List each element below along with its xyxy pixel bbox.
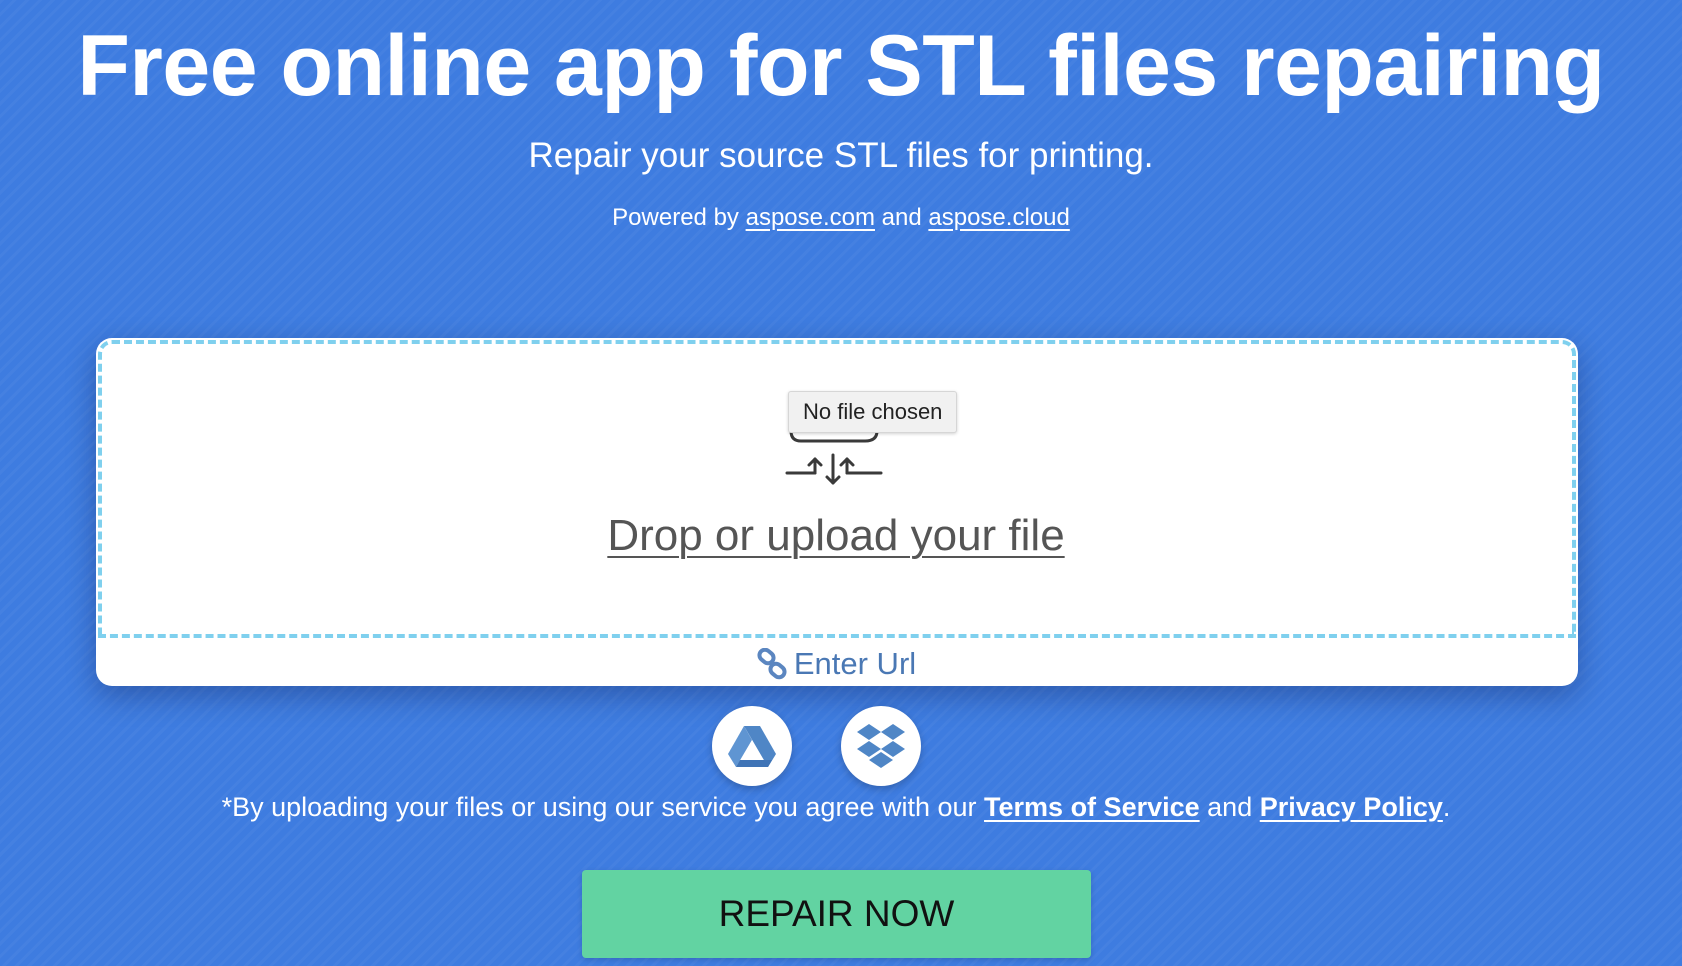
powered-by: Powered by aspose.com and aspose.cloud xyxy=(0,203,1682,233)
terms-prefix: *By uploading your files or using our se… xyxy=(221,792,977,822)
terms-notice: *By uploading your files or using our se… xyxy=(0,789,1672,825)
aspose-com-link[interactable]: aspose.com xyxy=(746,204,875,231)
link-icon xyxy=(757,647,787,680)
google-drive-icon xyxy=(728,726,776,767)
no-file-tooltip: No file chosen xyxy=(788,391,958,433)
powered-by-prefix: Powered by xyxy=(612,204,739,231)
aspose-cloud-link[interactable]: aspose.cloud xyxy=(928,204,1069,231)
terms-of-service-link[interactable]: Terms of Service xyxy=(984,792,1200,822)
page: Free online app for STL files repairing … xyxy=(0,0,1682,966)
page-title: Free online app for STL files repairing xyxy=(77,18,1605,114)
enter-url-button[interactable]: Enter Url xyxy=(0,644,1672,684)
privacy-policy-link[interactable]: Privacy Policy xyxy=(1260,792,1443,822)
google-drive-button[interactable] xyxy=(712,706,792,786)
drop-upload-link[interactable]: Drop or upload your file xyxy=(0,508,1672,564)
dropbox-icon xyxy=(857,724,905,768)
terms-and: and xyxy=(1207,792,1253,822)
dropbox-button[interactable] xyxy=(841,706,921,786)
enter-url-label: Enter Url xyxy=(793,646,917,681)
repair-now-button[interactable]: REPAIR NOW xyxy=(582,870,1091,958)
page-subtitle: Repair your source STL files for printin… xyxy=(528,136,1154,175)
powered-by-and: and xyxy=(881,204,922,231)
terms-suffix: . xyxy=(1442,792,1451,822)
